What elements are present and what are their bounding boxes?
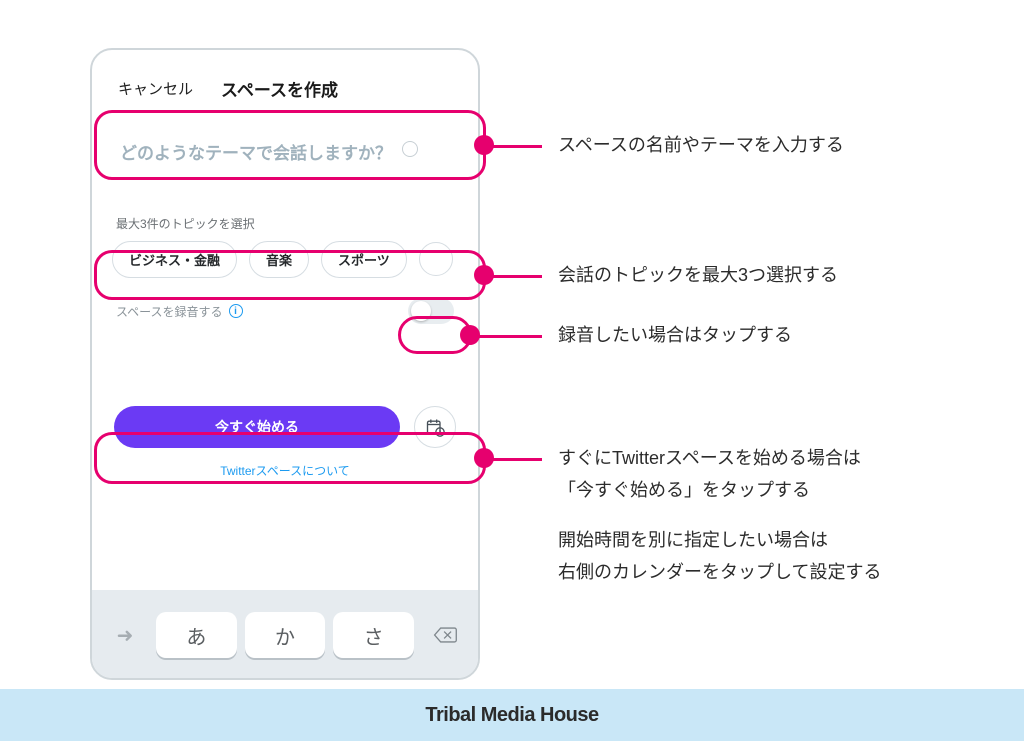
key[interactable]: さ: [333, 612, 414, 658]
key-backspace[interactable]: [422, 612, 468, 658]
callout-text: 開始時間を別に指定したい場合は右側のカレンダーをタップして設定する: [558, 524, 998, 589]
leader-line: [486, 145, 542, 148]
leader-line: [486, 458, 542, 461]
callout-text: スペースの名前やテーマを入力する: [558, 129, 844, 161]
info-icon[interactable]: i: [229, 304, 243, 318]
leader-line: [472, 335, 542, 338]
leader-line: [486, 275, 542, 278]
key-arrow-left[interactable]: ➜: [102, 612, 148, 658]
footer-brand: Tribal Media House: [0, 689, 1024, 741]
callout-text: 録音したい場合はタップする: [558, 319, 792, 351]
highlight-frame: [94, 432, 486, 484]
callout-text: 会話のトピックを最大3つ選択する: [558, 259, 838, 291]
cancel-button[interactable]: キャンセル: [118, 78, 193, 99]
highlight-frame: [398, 316, 472, 354]
key[interactable]: あ: [156, 612, 237, 658]
callout-text: すぐにTwitterスペースを始める場合は「今すぐ始める」をタップする: [558, 442, 988, 507]
record-label: スペースを録音する i: [116, 303, 243, 320]
topics-label: 最大3件のトピックを選択: [116, 215, 454, 232]
key[interactable]: か: [245, 612, 326, 658]
modal-title: スペースを作成: [221, 76, 338, 101]
keyboard: ➜ あ か さ: [92, 590, 478, 678]
highlight-frame: [94, 110, 486, 180]
highlight-frame: [94, 250, 486, 300]
